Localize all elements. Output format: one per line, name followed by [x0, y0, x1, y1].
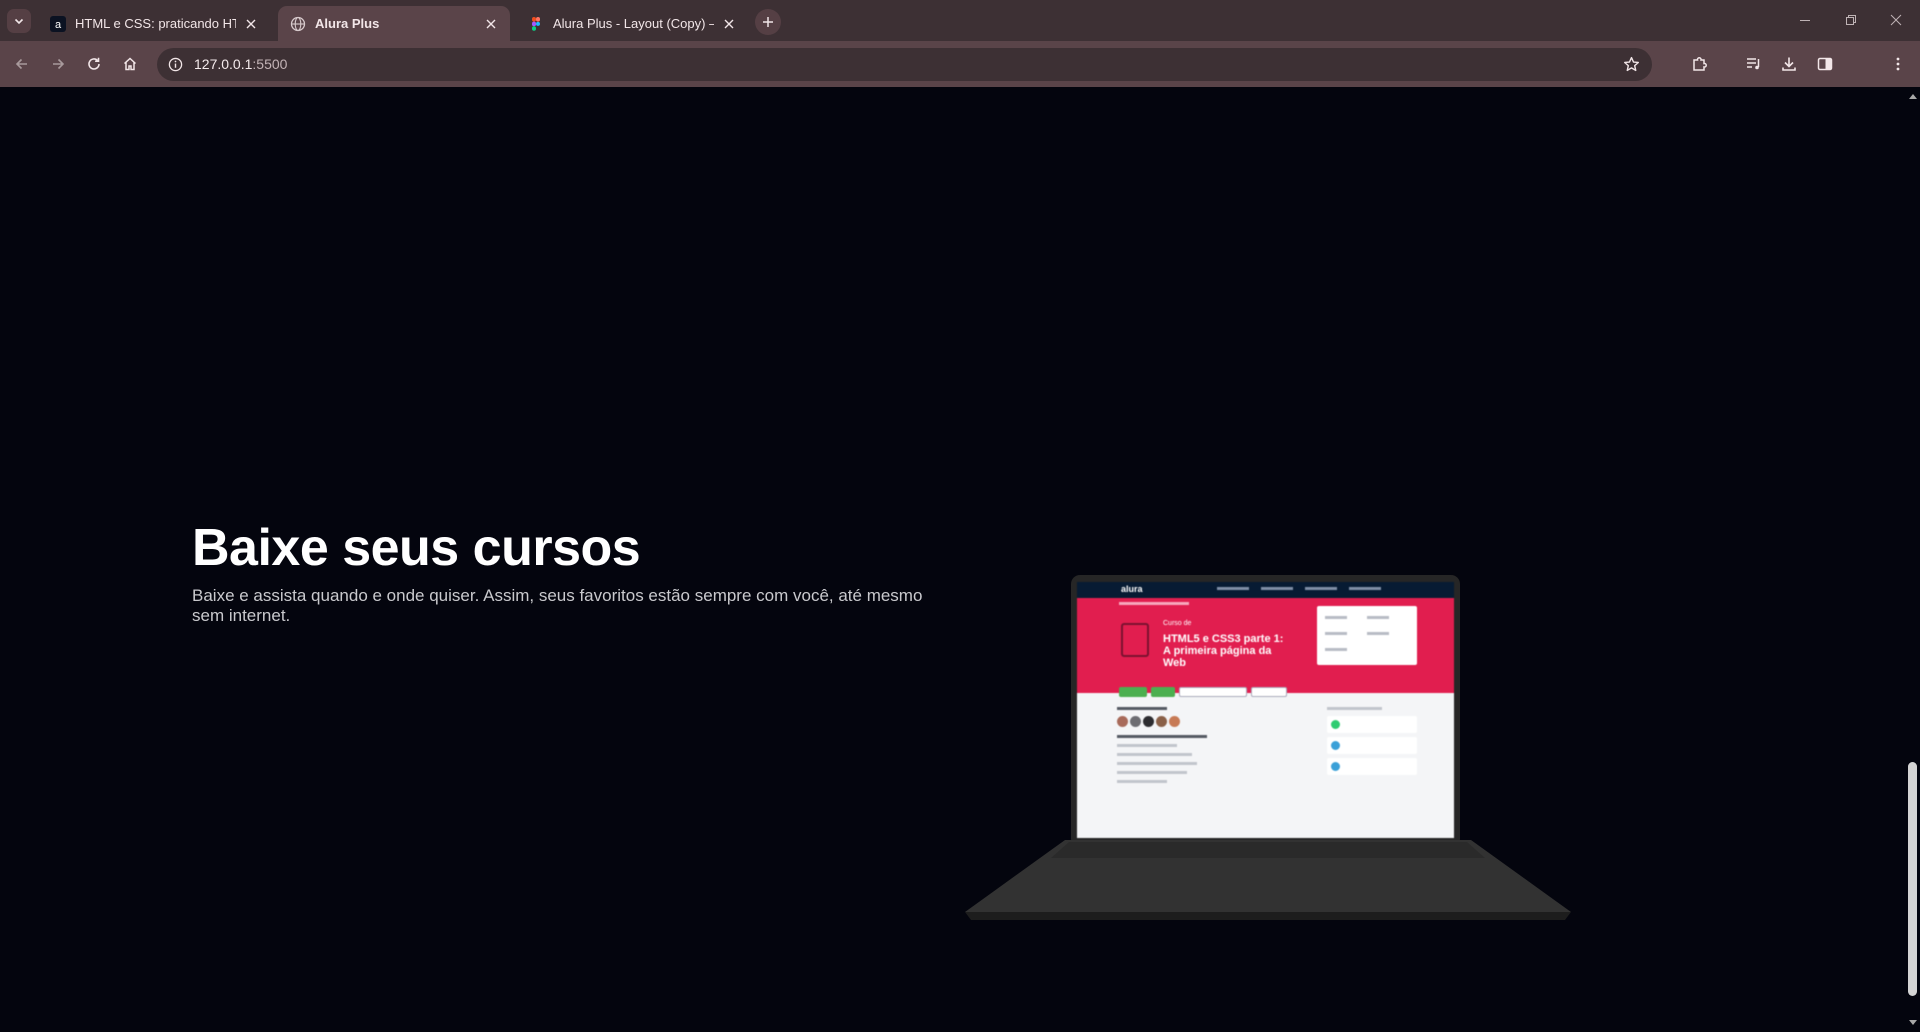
browser-toolbar: 127.0.0.1:5500 [0, 41, 1920, 115]
screen-sidebar [1327, 707, 1417, 779]
scroll-down-arrow-icon[interactable] [1905, 1016, 1920, 1030]
tab-title: Alura Plus - Layout (Copy) – Fi [553, 16, 714, 31]
screen-action-buttons [1119, 687, 1287, 697]
tab-alura-plus[interactable]: Alura Plus [278, 6, 510, 41]
screen-breadcrumb [1119, 602, 1189, 605]
close-icon [1890, 14, 1902, 26]
tab-strip: a HTML e CSS: praticando HTML Alura Plus… [0, 0, 1920, 41]
arrow-left-icon [15, 58, 27, 70]
figma-icon [528, 16, 544, 32]
screen-course-title: Curso de HTML5 e CSS3 parte 1: A primeir… [1163, 618, 1293, 669]
address-bar[interactable]: 127.0.0.1:5500 [157, 48, 1652, 81]
restore-icon [1846, 15, 1856, 25]
reload-button[interactable] [82, 52, 106, 76]
tab-title: HTML e CSS: praticando HTML [75, 16, 236, 31]
tab-close-button[interactable] [242, 15, 260, 33]
tab-close-button[interactable] [720, 15, 738, 33]
downloads-button[interactable] [1777, 52, 1801, 76]
site-info-icon[interactable] [167, 56, 184, 73]
scroll-up-arrow-icon[interactable] [1905, 89, 1920, 103]
media-controls-button[interactable] [1742, 52, 1766, 76]
close-window-button[interactable] [1876, 8, 1916, 32]
arrow-right-icon [53, 58, 65, 70]
globe-icon [290, 16, 306, 32]
browser-menu-button[interactable] [1886, 52, 1910, 76]
screen-nav-items [1217, 587, 1381, 590]
svg-text:a: a [55, 19, 62, 31]
new-tab-button[interactable] [755, 9, 781, 35]
kebab-menu-icon [1896, 57, 1900, 71]
laptop-screen: alura Curso de HTML5 e CSS3 parte 1: A p… [1077, 582, 1454, 838]
restore-button[interactable] [1831, 8, 1871, 32]
url-host: 127.0.0.1 [194, 56, 253, 72]
tab-title: Alura Plus [315, 16, 380, 31]
section-title: Baixe seus cursos [192, 519, 641, 577]
laptop-base [965, 840, 1571, 920]
side-panel-button[interactable] [1813, 52, 1837, 76]
screen-logo: alura [1121, 584, 1143, 594]
code-icon [1121, 623, 1149, 657]
chevron-down-icon [14, 18, 24, 25]
laptop-illustration: alura Curso de HTML5 e CSS3 parte 1: A p… [965, 575, 1571, 921]
alura-icon: a [50, 15, 66, 32]
scrollbar-thumb[interactable] [1908, 762, 1917, 996]
screen-course-info-card [1317, 606, 1417, 665]
url-text: 127.0.0.1:5500 [194, 56, 287, 72]
home-icon [123, 57, 137, 71]
laptop-lid: alura Curso de HTML5 e CSS3 parte 1: A p… [1071, 575, 1460, 841]
forward-button[interactable] [46, 52, 70, 76]
bookmark-star-icon[interactable] [1622, 55, 1641, 74]
plus-icon [763, 17, 773, 27]
tab-html-css[interactable]: a HTML e CSS: praticando HTML [38, 6, 270, 41]
back-button[interactable] [10, 52, 34, 76]
puzzle-icon [1693, 57, 1707, 71]
reload-icon [88, 57, 100, 70]
minimize-button[interactable] [1785, 8, 1825, 32]
tab-close-button[interactable] [482, 15, 500, 33]
section-description: Baixe e assista quando e onde quiser. As… [192, 586, 923, 625]
tab-figma-layout[interactable]: Alura Plus - Layout (Copy) – Fi [516, 6, 748, 41]
playlist-icon [1747, 58, 1760, 70]
screen-course-prefix: Curso de [1163, 620, 1192, 627]
tab-search-button[interactable] [7, 9, 31, 33]
screen-course-hero: Curso de HTML5 e CSS3 parte 1: A primeir… [1077, 598, 1454, 693]
url-port: :5500 [252, 56, 288, 72]
extensions-button[interactable] [1688, 52, 1712, 76]
download-icon [1782, 57, 1796, 71]
close-icon [724, 19, 734, 28]
minimize-icon [1800, 20, 1810, 21]
screen-navbar: alura [1077, 582, 1454, 598]
close-icon [486, 19, 496, 28]
screen-course-name: HTML5 e CSS3 parte 1: A primeira página … [1163, 633, 1284, 669]
side-panel-icon [1817, 57, 1833, 71]
close-icon [246, 19, 256, 28]
page-scrollbar[interactable] [1905, 87, 1920, 1032]
home-button[interactable] [118, 52, 142, 76]
